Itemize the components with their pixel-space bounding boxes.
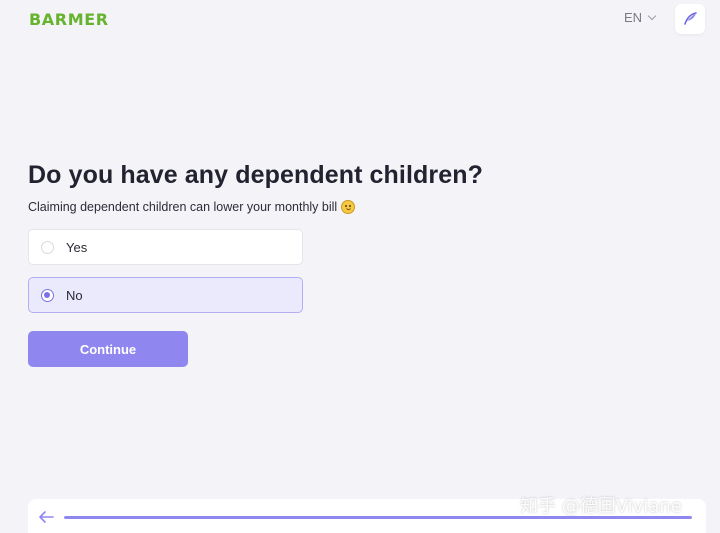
feather-pen-icon (684, 12, 697, 25)
page-title: Do you have any dependent children? (28, 161, 483, 189)
radio-no[interactable] (41, 288, 54, 302)
smiling-face-icon (341, 200, 356, 214)
edit-button[interactable] (675, 4, 705, 34)
barmer-logo[interactable]: BARMER (29, 10, 109, 29)
continue-button[interactable]: Continue (28, 331, 188, 367)
subtitle-text: Claiming dependent children can lower yo… (28, 200, 338, 214)
radio-yes[interactable] (41, 240, 54, 254)
option-yes-label: Yes (66, 239, 88, 255)
page-subtitle: Claiming dependent children can lower yo… (28, 200, 356, 214)
watermark: 知乎 @德国Viviane (520, 496, 682, 517)
language-label: EN (624, 10, 643, 25)
language-selector[interactable]: EN (624, 10, 657, 25)
option-no[interactable]: No (28, 277, 303, 313)
arrow-left-icon[interactable] (38, 510, 54, 524)
chevron-down-icon (647, 11, 657, 21)
option-no-label: No (66, 287, 83, 303)
page: BARMER EN Do you have any dependent chil… (0, 0, 720, 533)
option-yes[interactable]: Yes (28, 229, 303, 265)
